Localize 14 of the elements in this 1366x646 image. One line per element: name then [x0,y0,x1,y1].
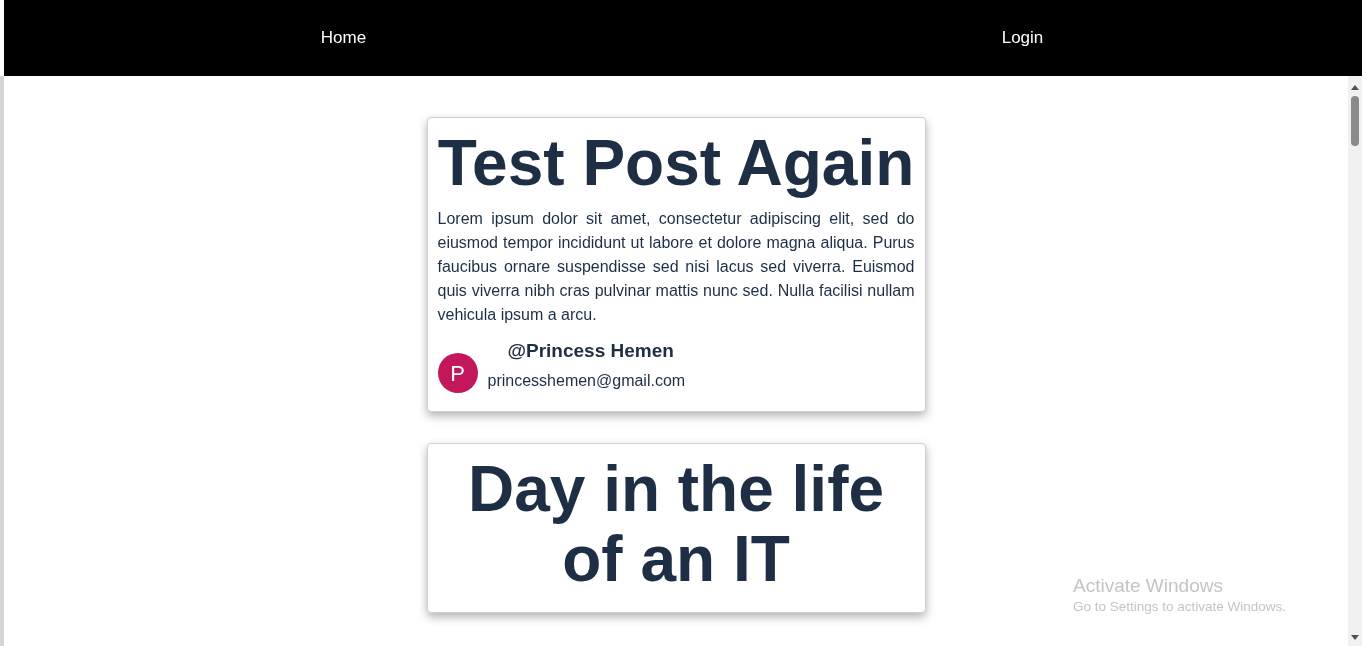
scroll-down-icon[interactable] [1351,635,1359,640]
nav-link[interactable]: Login [1001,25,1044,51]
scrollbar-thumb[interactable] [1351,96,1359,146]
author-email: princesshemen@gmail.com [487,370,686,391]
post-title: Test Post Again [437,128,915,198]
post-title: Day in the life of an IT [466,454,886,594]
post-body: Lorem ipsum dolor sit amet, consectetur adipiscing elit, sed do eiusmod tempor incididunt ut labore et dolore magna aliqua. Purus faucibus ornare suspendisse sed nisi lacus sed viverra. Euismod quis viverra nibh cras pulvinar mattis nunc sed. Nulla facilisi nullam vehicula ipsum a arcu. [437,209,915,325]
scrollbar[interactable] [1348,76,1362,646]
activation-subtitle: Go to Settings to activate Windows. [1073,598,1287,616]
avatar: P [437,353,478,393]
scroll-up-icon[interactable] [1351,85,1359,90]
nav-link[interactable]: Home [320,25,367,51]
activation-title: Activate Windows [1073,575,1224,597]
author-name: @Princess Hemen [507,339,675,364]
